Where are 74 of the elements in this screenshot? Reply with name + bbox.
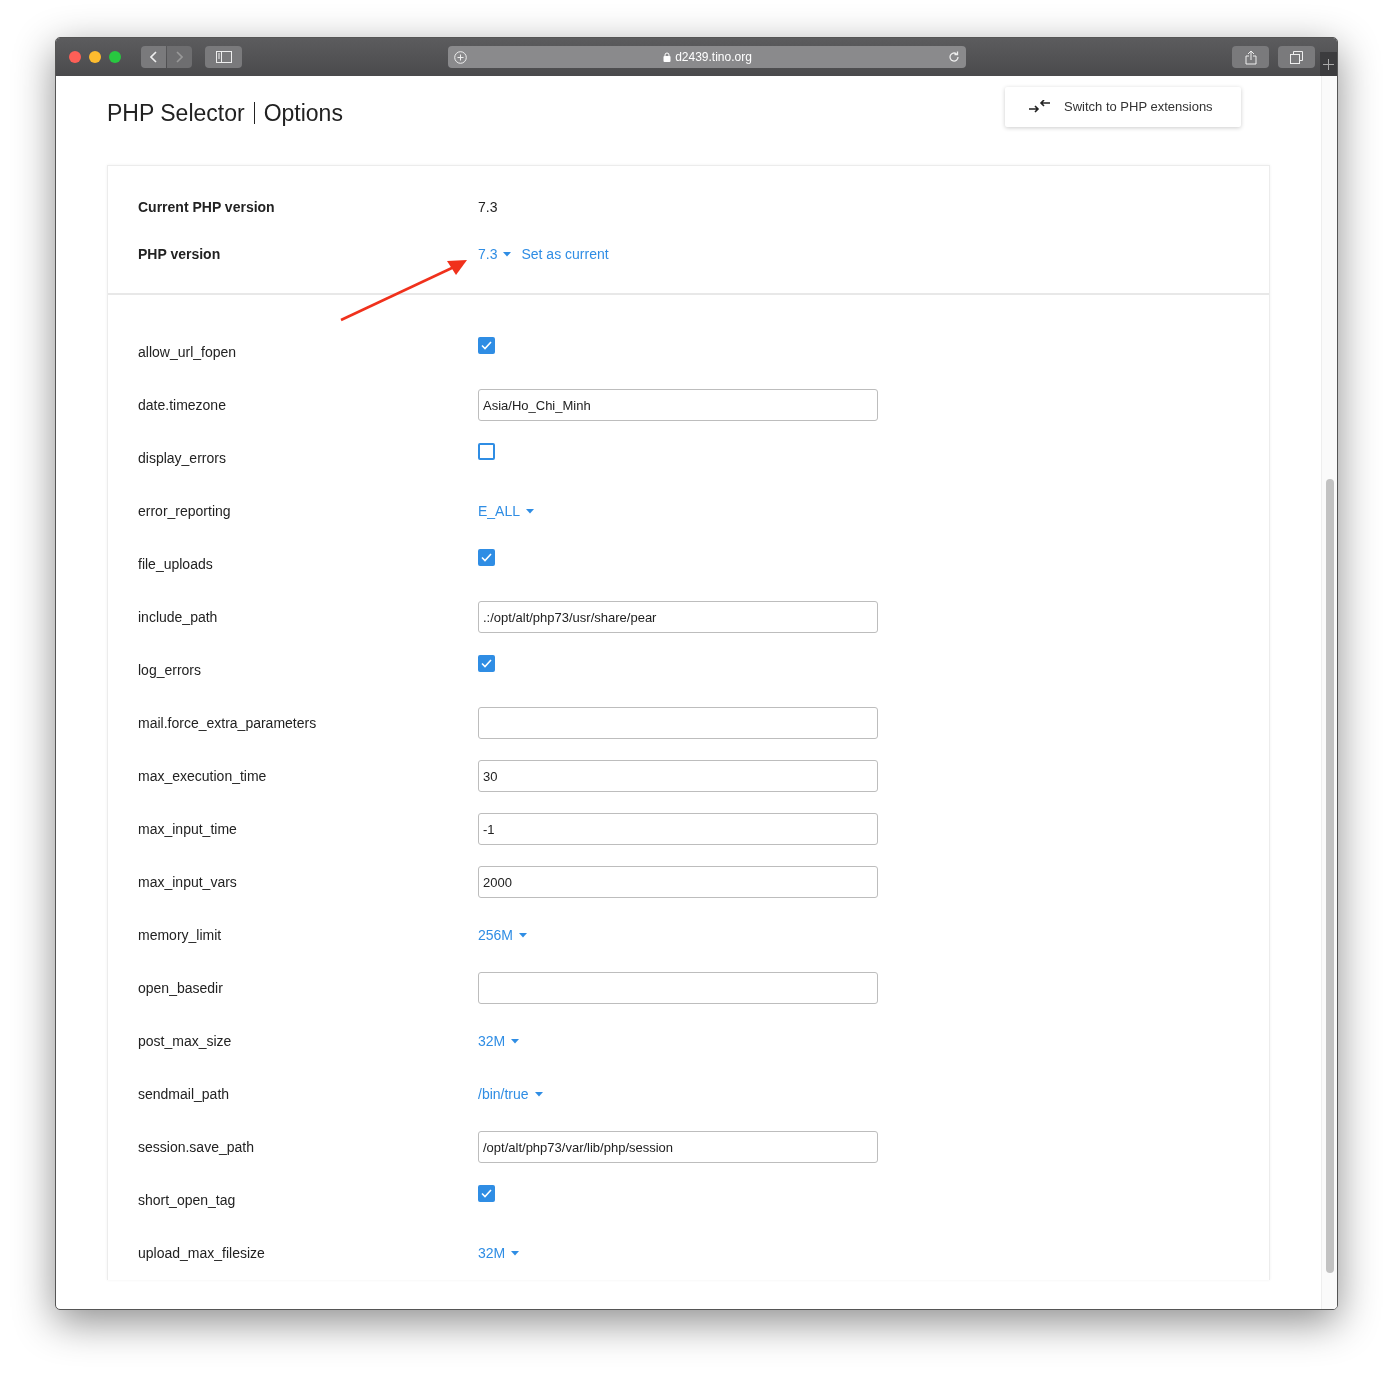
option-label: sendmail_path <box>138 1084 231 1104</box>
dropdown[interactable]: E_ALL <box>478 500 535 522</box>
tabs-button[interactable] <box>1278 46 1315 68</box>
text-field[interactable]: -1 <box>478 813 878 845</box>
plus-icon <box>1323 58 1334 70</box>
text-field[interactable]: /opt/alt/php73/var/lib/php/session <box>478 1131 878 1163</box>
reload-icon <box>948 51 960 63</box>
checkbox[interactable] <box>478 654 495 672</box>
version-dropdown[interactable]: 7.3 <box>478 244 512 265</box>
option-label: error_reporting <box>138 501 232 521</box>
check-icon <box>481 340 492 350</box>
caret-icon <box>503 252 512 257</box>
zoom-button[interactable] <box>109 51 121 63</box>
close-button[interactable] <box>69 51 81 63</box>
option-label: max_input_vars <box>138 872 238 892</box>
share-button[interactable] <box>1232 46 1269 68</box>
checkbox[interactable] <box>478 442 495 460</box>
page-title: PHP Selector Options <box>107 99 343 128</box>
caret-icon <box>534 1091 543 1097</box>
checkbox[interactable] <box>478 1184 495 1202</box>
text-field[interactable]: Asia/Ho_Chi_Minh <box>478 389 878 421</box>
tabs-icon <box>1290 50 1303 64</box>
field-value: 7.3 <box>478 198 498 217</box>
option-label: session.save_path <box>138 1137 255 1157</box>
option-label: file_uploads <box>138 554 214 574</box>
option-label: display_errors <box>138 448 227 468</box>
check-icon <box>481 658 492 668</box>
new-tab-button[interactable] <box>1320 52 1337 76</box>
text-field[interactable] <box>478 707 878 739</box>
dropdown[interactable]: 32M <box>478 1242 520 1264</box>
checkbox[interactable] <box>478 548 495 566</box>
option-label: open_basedir <box>138 978 224 998</box>
option-label: mail.force_extra_parameters <box>138 713 318 733</box>
scrollbar-thumb[interactable] <box>1325 479 1334 1273</box>
dropdown[interactable]: /bin/true <box>478 1083 543 1105</box>
dropdown[interactable]: 32M <box>478 1030 520 1052</box>
sidebar-button[interactable] <box>205 46 242 68</box>
caret-icon <box>526 508 535 514</box>
text-field[interactable]: 2000 <box>478 866 878 898</box>
caret-icon <box>511 1250 520 1256</box>
text-field[interactable]: .:/opt/alt/php73/usr/share/pear <box>478 601 878 633</box>
switch-button[interactable]: Switch to PHP extensions <box>1005 87 1241 127</box>
back-icon <box>150 51 157 63</box>
text-field[interactable]: 30 <box>478 760 878 792</box>
option-label: max_input_time <box>138 819 238 839</box>
lock-icon <box>663 52 672 62</box>
field-label: PHP version <box>138 245 222 264</box>
field-label: Current PHP version <box>138 198 276 217</box>
option-label: log_errors <box>138 660 203 680</box>
option-label: memory_limit <box>138 925 223 945</box>
check-icon <box>481 552 492 562</box>
option-label: short_open_tag <box>138 1190 237 1210</box>
caret-icon <box>519 932 528 938</box>
checkbox[interactable] <box>478 336 495 354</box>
option-label: date.timezone <box>138 395 227 415</box>
sidebar-icon <box>215 51 232 63</box>
option-label: include_path <box>138 607 219 627</box>
text-field[interactable] <box>478 972 878 1004</box>
back-button[interactable] <box>141 46 166 68</box>
option-label: allow_url_fopen <box>138 342 238 362</box>
url-text: d2439.tino.org <box>675 49 752 66</box>
share-icon <box>1244 49 1257 65</box>
set-current-link[interactable]: Set as current <box>521 244 609 265</box>
option-label: post_max_size <box>138 1031 233 1051</box>
option-label: upload_max_filesize <box>138 1243 266 1263</box>
caret-icon <box>511 1038 520 1044</box>
dropdown[interactable]: 256M <box>478 924 528 946</box>
address-bar[interactable]: d2439.tino.org <box>448 46 966 68</box>
minimize-button[interactable] <box>89 51 101 63</box>
check-icon <box>481 1188 492 1198</box>
forward-icon <box>176 51 183 63</box>
swap-arrows-icon <box>1029 100 1051 114</box>
option-label: max_execution_time <box>138 766 268 786</box>
add-icon <box>454 50 467 64</box>
